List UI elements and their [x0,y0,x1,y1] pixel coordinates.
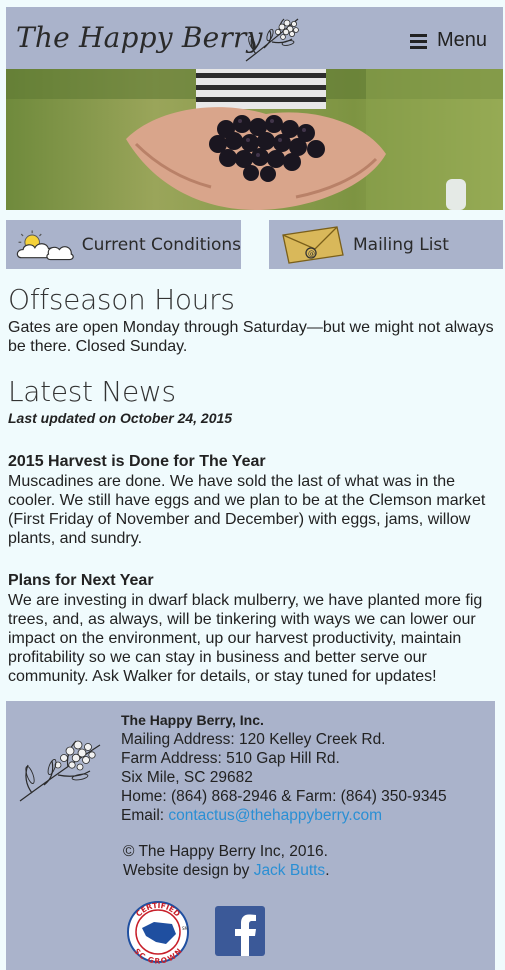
news-item-title: Plans for Next Year [8,572,154,589]
offseason-heading: Offseason Hours [8,283,235,316]
news-item-body: Muscadines are done. We have sold the la… [8,473,486,547]
current-conditions-label: Current Conditions [81,234,241,255]
company-name: The Happy Berry, Inc. [121,712,264,728]
email-label: Email: [121,807,169,824]
hamburger-icon [409,33,427,49]
hero-blackberries-image [6,69,503,210]
menu-button[interactable]: Menu [409,29,487,52]
site-footer: The Happy Berry, Inc. Mailing Address: 1… [6,701,495,970]
contact-info: The Happy Berry, Inc. Mailing Address: 1… [121,711,493,825]
svg-text:@: @ [308,250,315,258]
farm-address: Farm Address: 510 Gap Hill Rd. [121,750,340,767]
site-header: The Happy Berry Menu [6,7,503,69]
berry-sprig-icon [19,740,101,802]
mailing-address: Mailing Address: 120 Kelley Creek Rd. [121,731,386,748]
badge-sm-text: SM [182,926,189,931]
design-credit: Website design by Jack Butts. [123,862,330,879]
facebook-link[interactable] [215,906,265,956]
city-state-zip: Six Mile, SC 29682 [121,769,253,786]
envelope-icon: @ [282,225,344,264]
current-conditions-button[interactable]: Current Conditions [6,220,241,269]
facebook-icon [235,914,256,956]
berry-sprig-icon [245,18,299,62]
partly-cloudy-icon [16,229,74,260]
offseason-text: Gates are open Monday through Saturday—b… [8,319,494,355]
designer-link[interactable]: Jack Butts [254,862,326,879]
site-logo-text[interactable]: The Happy Berry [16,21,263,54]
email-link[interactable]: contactus@thehappyberry.com [168,807,382,824]
latest-news-heading: Latest News [8,375,176,408]
news-item-body: We are investing in dwarf black mulberry… [8,592,483,685]
last-updated-text: Last updated on October 24, 2015 [8,410,233,426]
certified-sc-grown-badge[interactable]: CERTIFIED SC GROWN SM [120,900,196,964]
email-line: Email: contactus@thehappyberry.com [121,806,493,825]
news-item-title: 2015 Harvest is Done for The Year [8,453,266,470]
mailing-list-button[interactable]: @ Mailing List [269,220,503,269]
menu-label: Menu [436,29,487,51]
mailing-list-label: Mailing List [353,234,449,255]
copyright-text: © The Happy Berry Inc, 2016. [123,843,328,860]
copyright-block: © The Happy Berry Inc, 2016. Website des… [123,842,330,880]
phone-numbers: Home: (864) 868-2946 & Farm: (864) 350-9… [121,788,447,805]
